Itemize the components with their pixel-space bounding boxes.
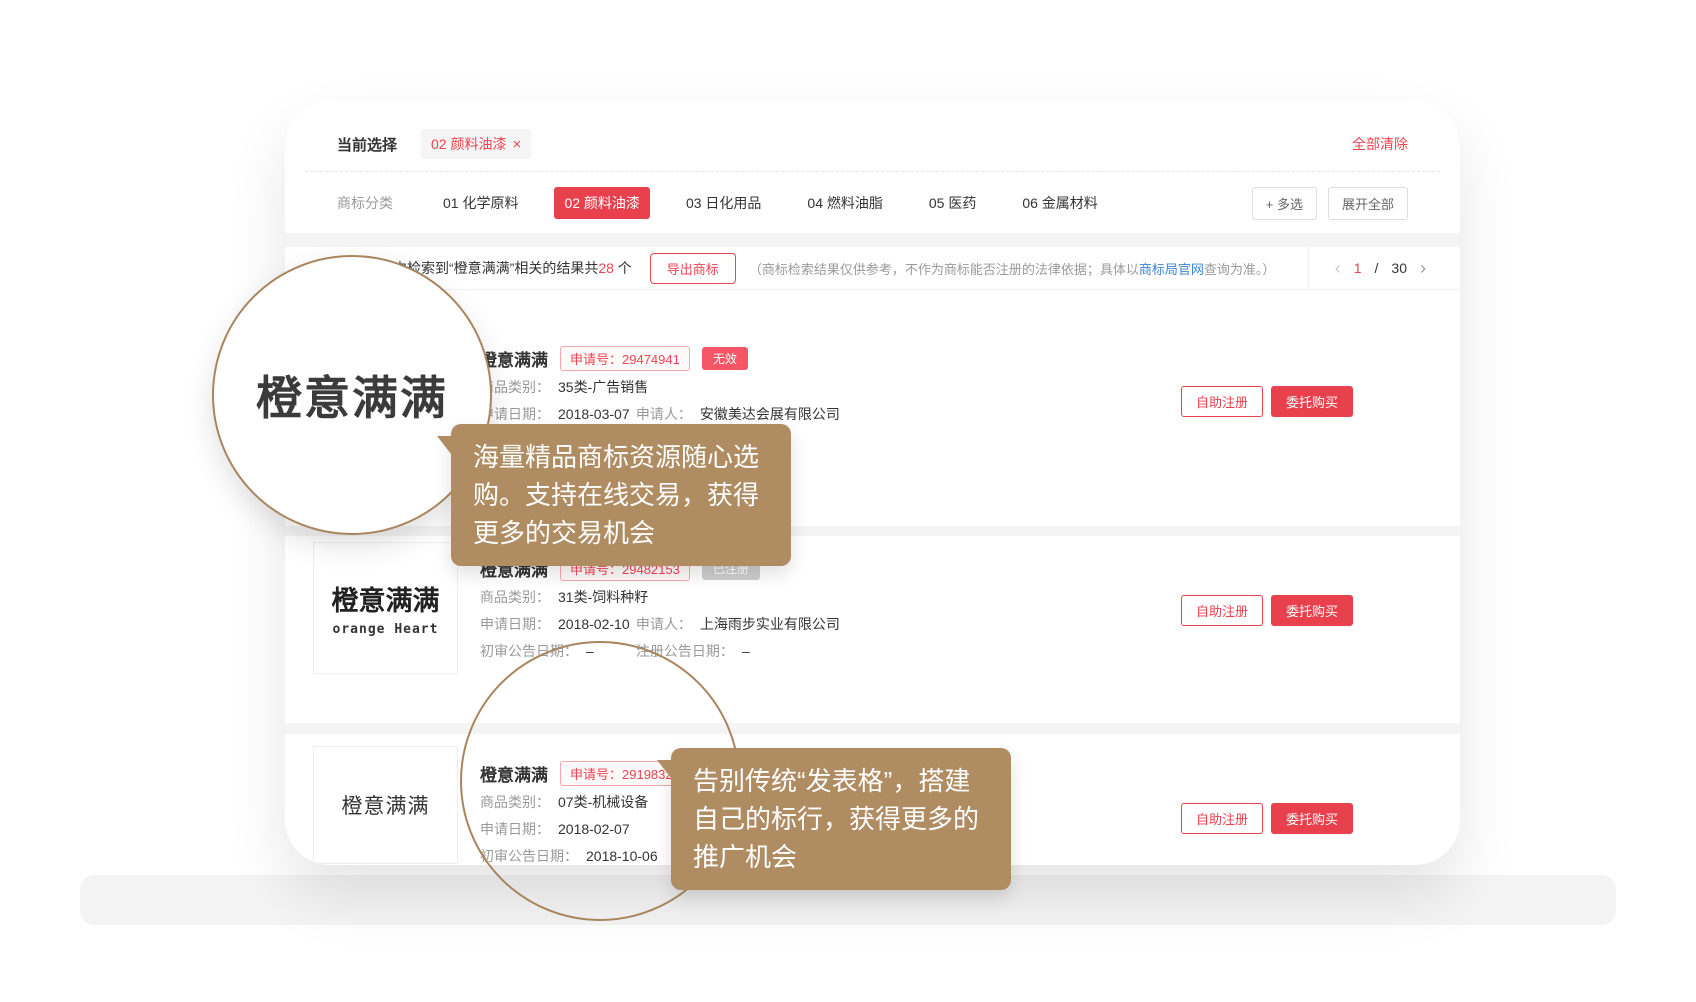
status-badge-invalid: 无效 xyxy=(702,347,748,370)
field-label: 商品类别： xyxy=(480,589,550,605)
current-selection-bar: 当前选择 02 颜料油漆 × 全部清除 xyxy=(337,122,1408,166)
trademark-details: 橙意满满 申请号：29482153 已注册 商品类别：31类-饲料种籽 申请日期… xyxy=(480,556,840,661)
page: 当前选择 02 颜料油漆 × 全部清除 商标分类 01 化学原料 02 颜料油漆… xyxy=(0,0,1696,1002)
field-label: 申请日期： xyxy=(480,616,550,632)
dashed-divider xyxy=(305,171,1440,172)
field-value: 安徽美达会展有限公司 xyxy=(700,406,840,422)
selected-filter-tag[interactable]: 02 颜料油漆 × xyxy=(421,129,531,159)
current-selection-label: 当前选择 xyxy=(337,134,397,155)
self-register-button[interactable]: 自助注册 xyxy=(1181,595,1263,626)
field-value: 上海雨步实业有限公司 xyxy=(700,616,840,632)
pagination: ‹ 1 / 30 › xyxy=(1308,247,1460,289)
category-item-04[interactable]: 04 燃料油脂 xyxy=(797,187,892,219)
callout-arrow-icon xyxy=(437,436,451,454)
field-value: 2018-02-10 xyxy=(558,616,630,632)
current-page: 1 xyxy=(1354,260,1362,276)
field-value: 31类-饲料种籽 xyxy=(558,589,648,605)
results-header: 当前分类中检索到“橙意满满”相关的结果共28 个 导出商标 （商标检索结果仅供参… xyxy=(285,247,1460,290)
trademark-office-link[interactable]: 商标局官网 xyxy=(1139,262,1204,277)
self-register-button[interactable]: 自助注册 xyxy=(1181,803,1263,834)
field-value: 35类-广告销售 xyxy=(558,379,648,395)
entrust-purchase-button[interactable]: 委托购买 xyxy=(1271,595,1353,626)
trademark-logo-text: 橙意满满 xyxy=(332,579,440,618)
field-value: – xyxy=(742,643,750,659)
row-actions: 自助注册 委托购买 xyxy=(1181,595,1353,626)
export-trademarks-button[interactable]: 导出商标 xyxy=(650,253,736,284)
trademark-name: 橙意满满 xyxy=(480,346,548,371)
clear-all-button[interactable]: 全部清除 xyxy=(1352,134,1408,154)
application-number-tag: 申请号：29474941 xyxy=(560,346,690,371)
magnifier-circle-1: 橙意满满 xyxy=(212,255,492,535)
field-value: 2018-03-07 xyxy=(558,406,630,422)
category-item-01[interactable]: 01 化学原料 xyxy=(433,187,528,219)
self-register-button[interactable]: 自助注册 xyxy=(1181,386,1263,417)
field-label: 申请人： xyxy=(636,406,692,422)
multi-select-button[interactable]: + 多选 xyxy=(1252,187,1317,220)
trademark-details: 橙意满满 申请号：29474941 无效 商品类别：35类-广告销售 申请日期：… xyxy=(480,346,840,424)
row-divider xyxy=(285,723,1460,734)
row-actions: 自助注册 委托购买 xyxy=(1181,386,1353,417)
expand-all-button[interactable]: 展开全部 xyxy=(1328,187,1408,220)
prev-page-icon[interactable]: ‹ xyxy=(1335,258,1341,279)
callout-arrow-icon xyxy=(657,760,671,778)
category-bar: 商标分类 01 化学原料 02 颜料油漆 03 日化用品 04 燃料油脂 05 … xyxy=(337,182,1408,224)
trademark-logo-3: 橙意满满 xyxy=(313,746,458,864)
trademark-logo-2: 橙意满满 orange Heart xyxy=(313,542,458,674)
total-pages: 30 xyxy=(1391,260,1407,276)
entrust-purchase-button[interactable]: 委托购买 xyxy=(1271,803,1353,834)
next-page-icon[interactable]: › xyxy=(1420,258,1426,279)
callout-promotion: 告别传统“发表格”，搭建自己的标行，获得更多的推广机会 xyxy=(671,748,1011,890)
trademark-logo-subtext: orange Heart xyxy=(333,622,439,637)
results-count: 28 xyxy=(598,260,614,276)
field-label: 申请人： xyxy=(636,616,692,632)
remove-filter-icon[interactable]: × xyxy=(512,137,521,152)
row-actions: 自助注册 委托购买 xyxy=(1181,803,1353,834)
callout-text: 告别传统“发表格”，搭建自己的标行，获得更多的推广机会 xyxy=(693,766,979,872)
entrust-purchase-button[interactable]: 委托购买 xyxy=(1271,386,1353,417)
page-separator: / xyxy=(1375,260,1379,276)
trademark-logo-text: 橙意满满 xyxy=(342,790,430,820)
filter-section: 当前选择 02 颜料油漆 × 全部清除 商标分类 01 化学原料 02 颜料油漆… xyxy=(285,100,1460,233)
category-item-03[interactable]: 03 日化用品 xyxy=(676,187,771,219)
category-item-02-active[interactable]: 02 颜料油漆 xyxy=(554,187,649,219)
category-bar-label: 商标分类 xyxy=(337,193,393,213)
results-disclaimer: （商标检索结果仅供参考，不作为商标能否注册的法律依据；具体以商标局官网查询为准。… xyxy=(749,259,1276,278)
callout-marketplace: 海量精品商标资源随心选购。支持在线交易，获得更多的交易机会 xyxy=(451,424,791,566)
selected-filter-tag-label: 02 颜料油漆 xyxy=(431,134,506,154)
category-item-06[interactable]: 06 金属材料 xyxy=(1012,187,1107,219)
category-item-05[interactable]: 05 医药 xyxy=(919,187,986,219)
callout-text: 海量精品商标资源随心选购。支持在线交易，获得更多的交易机会 xyxy=(473,442,759,548)
magnified-trademark-text: 橙意满满 xyxy=(256,362,448,428)
